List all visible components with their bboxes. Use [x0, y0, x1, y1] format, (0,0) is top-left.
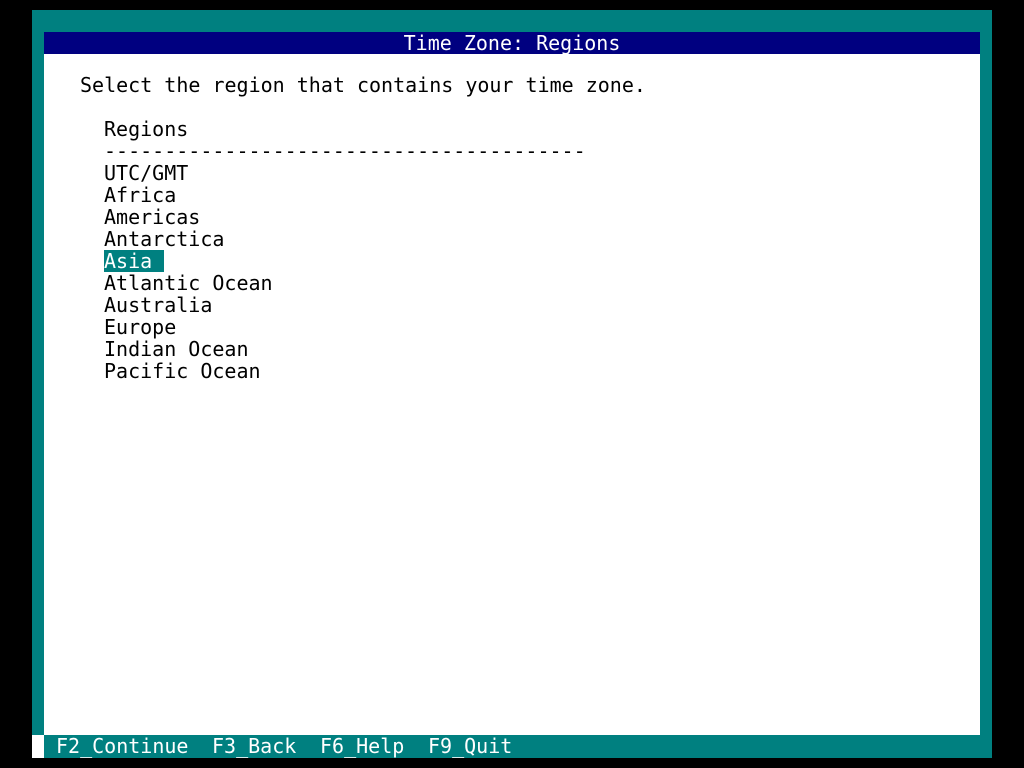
- regions-column-header: Regions: [104, 117, 189, 141]
- region-item-americas[interactable]: Americas: [104, 206, 273, 228]
- f6-help-key[interactable]: F6_Help: [320, 735, 404, 758]
- dialog-title: Time Zone: Regions: [44, 32, 980, 54]
- region-item-label: Antarctica: [104, 227, 225, 251]
- region-item-antarctica[interactable]: Antarctica: [104, 228, 273, 250]
- region-item-asia[interactable]: Asia: [104, 250, 273, 272]
- f9-quit-key[interactable]: F9_Quit: [428, 735, 512, 758]
- region-item-label: Indian Ocean: [104, 337, 249, 361]
- region-item-africa[interactable]: Africa: [104, 184, 273, 206]
- f2-continue-key[interactable]: F2_Continue: [56, 735, 188, 758]
- region-item-indian-ocean[interactable]: Indian Ocean: [104, 338, 273, 360]
- region-item-label: Americas: [104, 205, 201, 229]
- instruction-text: Select the region that contains your tim…: [80, 73, 646, 97]
- region-item-pacific-ocean[interactable]: Pacific Ocean: [104, 360, 273, 382]
- region-item-label: Europe: [104, 315, 177, 339]
- f3-back-key[interactable]: F3_Back: [212, 735, 296, 758]
- regions-header-divider: ----------------------------------------: [104, 139, 586, 163]
- region-item-label: Australia: [104, 293, 213, 317]
- region-item-label: Africa: [104, 183, 177, 207]
- function-key-bar: F2_Continue F3_Back F6_Help F9_Quit: [32, 735, 992, 758]
- region-item-label: Asia: [104, 250, 165, 272]
- region-item-utc-gmt[interactable]: UTC/GMT: [104, 162, 273, 184]
- region-item-label: UTC/GMT: [104, 161, 189, 185]
- region-item-label: Pacific Ocean: [104, 359, 261, 383]
- region-item-label: Atlantic Ocean: [104, 271, 273, 295]
- region-item-europe[interactable]: Europe: [104, 316, 273, 338]
- timezone-dialog: Time Zone: Regions Select the region tha…: [44, 32, 980, 735]
- region-item-australia[interactable]: Australia: [104, 294, 273, 316]
- region-item-atlantic-ocean[interactable]: Atlantic Ocean: [104, 272, 273, 294]
- text-cursor: [32, 735, 44, 758]
- region-list[interactable]: UTC/GMT Africa Americas Antarctica Asia …: [104, 162, 273, 382]
